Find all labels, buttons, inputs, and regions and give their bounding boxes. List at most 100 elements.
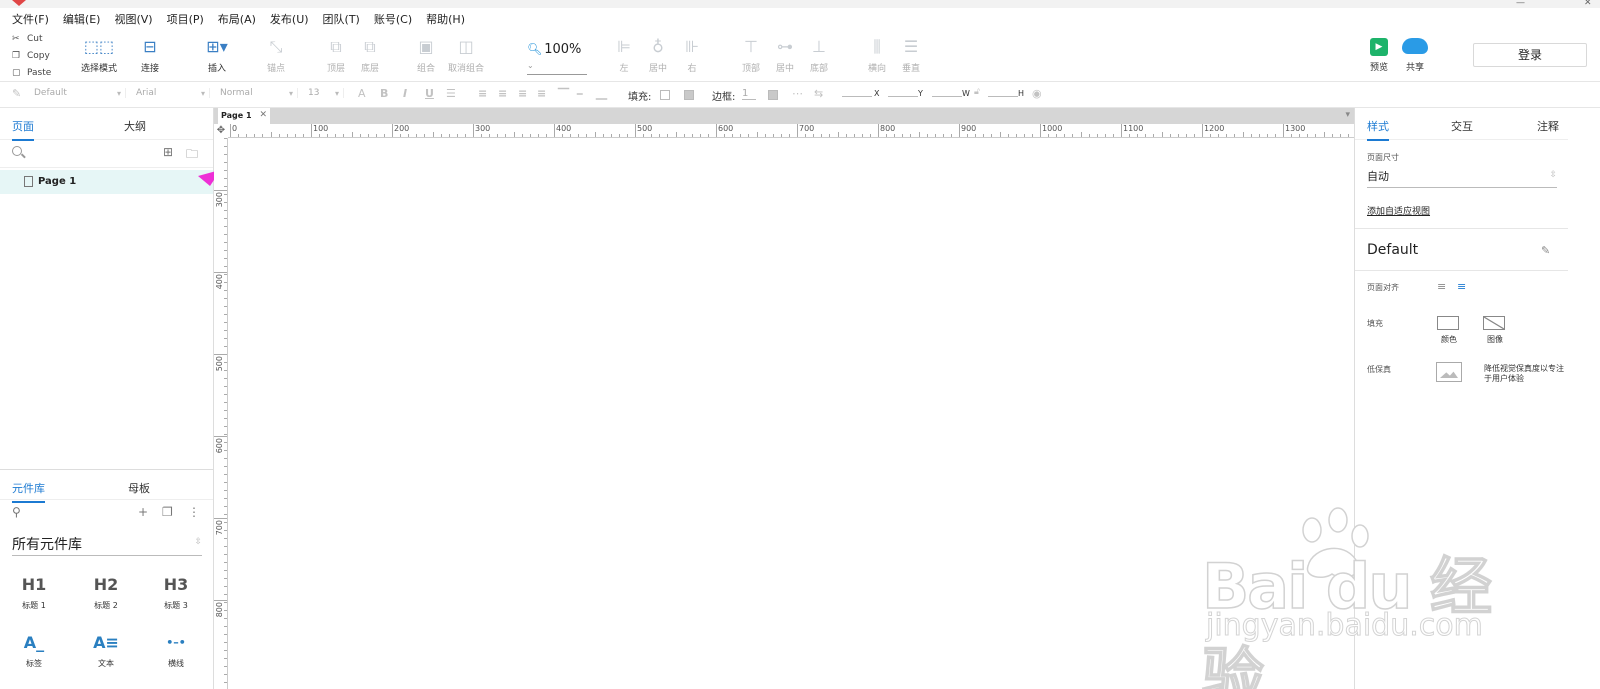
login-button[interactable]: 登录 bbox=[1473, 43, 1587, 67]
ruler-minor-tick bbox=[659, 134, 661, 137]
italic-icon[interactable]: I bbox=[403, 87, 407, 100]
add-folder-icon[interactable]: 🗀 bbox=[186, 145, 198, 166]
page-size-select[interactable]: 自动 ⇳ bbox=[1367, 168, 1557, 188]
widget-label[interactable]: A_ 标签 bbox=[4, 630, 64, 669]
border-color-swatch[interactable] bbox=[768, 90, 778, 100]
tab-outline[interactable]: 大纲 bbox=[124, 118, 146, 134]
close-icon[interactable]: ✕ bbox=[1584, 0, 1592, 8]
border-width-input[interactable]: 1 bbox=[742, 88, 756, 100]
menu-project[interactable]: 项目(P) bbox=[167, 11, 204, 27]
doc-tab-page-1[interactable]: Page 1 ✕ bbox=[218, 108, 270, 124]
style-select[interactable]: Default ▾ bbox=[34, 88, 126, 98]
anchor-button[interactable]: ⤡ 锚点 bbox=[264, 36, 288, 74]
text-justify-icon[interactable]: ≡ bbox=[537, 87, 546, 100]
low-fidelity-image-icon[interactable] bbox=[1436, 362, 1462, 382]
visibility-eye-icon[interactable]: ◉ bbox=[1032, 87, 1042, 100]
widget-heading-2[interactable]: H2 标题 2 bbox=[76, 572, 136, 611]
bullet-list-icon[interactable]: ☰ bbox=[446, 87, 456, 100]
text-align-center-icon[interactable]: ≡ bbox=[498, 87, 507, 100]
menu-team[interactable]: 团队(T) bbox=[323, 11, 360, 27]
more-menu-icon[interactable]: ⋮ bbox=[188, 505, 200, 519]
cut-button[interactable]: ✂ Cut bbox=[12, 30, 62, 47]
search-icon[interactable] bbox=[12, 146, 22, 156]
align-top-button[interactable]: ⊤ 顶部 bbox=[740, 36, 762, 74]
font-select[interactable]: Arial ▾ bbox=[136, 88, 210, 98]
library-select[interactable]: 所有元件库 ⇳ bbox=[12, 534, 202, 556]
menu-file[interactable]: 文件(F) bbox=[12, 11, 49, 27]
widget-horizontal-line[interactable]: •–• 横线 bbox=[146, 630, 206, 669]
tab-masters[interactable]: 母板 bbox=[128, 480, 150, 496]
ruler-minor-tick bbox=[610, 134, 612, 137]
fill-color-swatch[interactable] bbox=[1437, 316, 1459, 330]
distribute-vertical-button[interactable]: ☰ 垂直 bbox=[900, 36, 922, 74]
library-copy-icon[interactable]: ❐ bbox=[162, 505, 173, 519]
text-align-right-icon[interactable]: ≡ bbox=[518, 87, 527, 100]
distribute-horizontal-button[interactable]: ⫼ 横向 bbox=[866, 36, 888, 74]
menu-publish[interactable]: 发布(U) bbox=[270, 11, 309, 27]
tab-interaction[interactable]: 交互 bbox=[1451, 118, 1473, 134]
widget-text[interactable]: A≡ 文本 bbox=[76, 630, 136, 669]
text-valign-bottom-icon[interactable]: ⎽ bbox=[596, 87, 607, 101]
align-center-button[interactable]: ♁ 居中 bbox=[646, 36, 670, 74]
bottom-layer-button[interactable]: ⧉ 底层 bbox=[358, 36, 382, 74]
add-adaptive-view-link[interactable]: 添加自适应视图 bbox=[1367, 204, 1430, 217]
insert-button[interactable]: ⊞▾ 插入 bbox=[200, 36, 234, 74]
design-canvas[interactable]: Page 1 ✕ ▾ ✥ 0 100 200 300 400 500 600 700 800 90… bbox=[214, 108, 1354, 689]
zoom-select[interactable]: 🔍︎ 100% ⌄ bbox=[527, 42, 587, 75]
underline-icon[interactable]: U bbox=[425, 87, 434, 100]
minimize-icon[interactable]: — bbox=[1516, 0, 1525, 8]
search-icon[interactable]: ⚲ bbox=[12, 505, 21, 519]
copy-button[interactable]: ❐ Copy bbox=[12, 47, 62, 64]
add-library-icon[interactable]: + bbox=[138, 505, 148, 519]
page-list-item[interactable]: Page 1 bbox=[0, 170, 213, 194]
add-page-icon[interactable]: ⊞ bbox=[163, 145, 173, 159]
menu-layout[interactable]: 布局(A) bbox=[218, 11, 256, 27]
tab-library[interactable]: 元件库 bbox=[12, 480, 45, 503]
tabs-dropdown-icon[interactable]: ▾ bbox=[1345, 110, 1350, 120]
fill-shadow-swatch[interactable] bbox=[684, 90, 694, 100]
menu-edit[interactable]: 编辑(E) bbox=[63, 11, 101, 27]
menu-view[interactable]: 视图(V) bbox=[114, 11, 152, 27]
fill-image-swatch[interactable] bbox=[1483, 316, 1505, 330]
widget-heading-1[interactable]: H1 标题 1 bbox=[4, 572, 64, 611]
align-center-page-icon[interactable]: ≡ bbox=[1457, 280, 1466, 293]
x-input[interactable] bbox=[842, 96, 872, 97]
lock-icon[interactable]: 🔓︎ bbox=[974, 87, 980, 97]
ungroup-button[interactable]: ◫ 取消组合 bbox=[448, 36, 484, 74]
share-button[interactable]: 共享 bbox=[1402, 38, 1428, 73]
font-size-select[interactable]: 13 ▾ bbox=[308, 88, 344, 98]
w-input[interactable] bbox=[932, 96, 962, 97]
align-middle-button[interactable]: ⊶ 居中 bbox=[774, 36, 796, 74]
widget-heading-3[interactable]: H3 标题 3 bbox=[146, 572, 206, 611]
select-mode-button[interactable]: ⬚⬚ 选择模式 bbox=[78, 36, 120, 74]
menu-account[interactable]: 账号(C) bbox=[374, 11, 412, 27]
align-bottom-button[interactable]: ⊥ 底部 bbox=[808, 36, 830, 74]
preview-button[interactable]: ▶ 预览 bbox=[1370, 38, 1388, 73]
align-right-button[interactable]: ⊪ 右 bbox=[682, 36, 702, 74]
tab-pages[interactable]: 页面 bbox=[12, 118, 34, 141]
align-left-page-icon[interactable]: ≡ bbox=[1437, 280, 1446, 293]
ruler-minor-tick bbox=[224, 282, 227, 283]
font-color-icon[interactable]: A bbox=[358, 87, 366, 100]
group-button[interactable]: ▣ 组合 bbox=[414, 36, 438, 74]
edit-style-icon[interactable]: ✎ bbox=[1541, 244, 1550, 257]
font-weight-select[interactable]: Normal ▾ bbox=[220, 88, 298, 98]
connect-button[interactable]: ⊟ 连接 bbox=[136, 36, 164, 74]
close-tab-icon[interactable]: ✕ bbox=[259, 110, 267, 120]
y-input[interactable] bbox=[888, 96, 918, 97]
text-align-left-icon[interactable]: ≡ bbox=[478, 87, 487, 100]
arrow-style-icon[interactable]: ⇆ bbox=[814, 87, 823, 100]
bold-icon[interactable]: B bbox=[380, 87, 388, 100]
ruler-corner-crosshair-icon[interactable]: ✥ bbox=[214, 124, 228, 138]
border-style-icon[interactable]: ⋯ bbox=[792, 87, 803, 100]
tab-notes[interactable]: 注释 bbox=[1537, 118, 1559, 134]
menu-help[interactable]: 帮助(H) bbox=[426, 11, 465, 27]
text-valign-middle-icon[interactable]: ⎯ bbox=[577, 87, 583, 101]
paste-button[interactable]: ▢ Paste bbox=[12, 64, 62, 81]
top-layer-button[interactable]: ⧉ 顶层 bbox=[324, 36, 348, 74]
text-valign-top-icon[interactable]: ⎺ bbox=[558, 87, 569, 101]
fill-color-swatch[interactable] bbox=[660, 90, 670, 100]
align-left-button[interactable]: ⊫ 左 bbox=[614, 36, 634, 74]
tab-style[interactable]: 样式 bbox=[1367, 118, 1389, 141]
h-input[interactable] bbox=[988, 96, 1018, 97]
